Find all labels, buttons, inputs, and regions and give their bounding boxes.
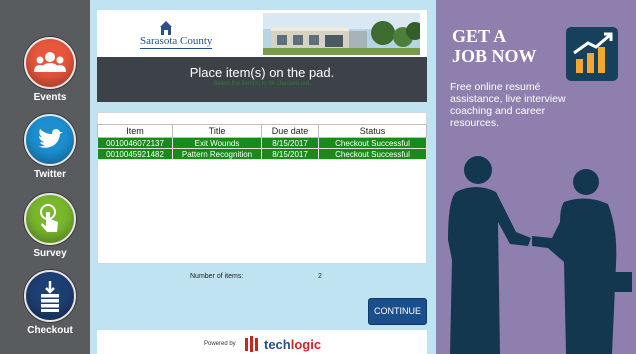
brand-logic: logic xyxy=(290,337,322,352)
cell-title: Exit Wounds xyxy=(172,137,262,149)
cell-due-date: 8/15/2017 xyxy=(261,148,319,160)
column-header-title: Title xyxy=(172,124,262,138)
techlogic-logo-icon xyxy=(245,336,258,352)
cell-status: Checkout Successful xyxy=(318,137,427,149)
ad-title-line1: GET A xyxy=(452,26,507,46)
sidebar-item-twitter[interactable]: Twitter xyxy=(0,114,100,180)
table-row[interactable]: 0010045921482 Pattern Recognition 8/15/2… xyxy=(97,148,427,160)
sidebar-item-label: Checkout xyxy=(27,325,73,336)
sidebar-item-survey[interactable]: Survey xyxy=(0,193,100,259)
book-stack-icon xyxy=(24,270,76,322)
sidebar-item-label: Survey xyxy=(33,248,67,259)
prompt-subtext: Select the item(s) to be checked out. xyxy=(213,81,311,87)
ad-body-text: Free online resumé assistance, live inte… xyxy=(450,81,566,129)
cell-status: Checkout Successful xyxy=(318,148,427,160)
county-name: Sarasota County xyxy=(140,35,213,49)
item-count-label: Number of items: xyxy=(190,273,244,280)
column-header-due-date: Due date xyxy=(261,124,319,138)
cell-item: 0010045921482 xyxy=(97,148,173,160)
county-seal-icon xyxy=(160,21,172,35)
chart-arrow-icon xyxy=(566,27,618,81)
column-header-item: Item xyxy=(97,124,173,138)
prompt-text: Place item(s) on the pad. xyxy=(189,65,335,80)
sidebar-item-checkout[interactable]: Checkout xyxy=(0,270,100,336)
cell-title: Pattern Recognition xyxy=(172,148,262,160)
ad-title-line2: JOB NOW xyxy=(452,46,537,66)
ad-title: GET A JOB NOW xyxy=(452,26,562,66)
sidebar-item-label: Events xyxy=(33,92,67,103)
continue-button[interactable]: CONTINUE xyxy=(368,298,427,325)
item-count-value: 2 xyxy=(318,273,322,280)
people-icon xyxy=(24,37,76,89)
sidebar-item-label: Twitter xyxy=(33,169,67,180)
cell-item: 0010046072137 xyxy=(97,137,173,149)
touch-hand-icon xyxy=(24,193,76,245)
brand-tech: tech xyxy=(264,337,291,352)
cell-due-date: 8/15/2017 xyxy=(261,137,319,149)
techlogic-brand: techlogic xyxy=(264,337,321,352)
table-row[interactable]: 0010046072137 Exit Wounds 8/15/2017 Chec… xyxy=(97,137,427,149)
sidebar-item-events[interactable]: Events xyxy=(0,37,100,103)
items-table: Item Title Due date Status 0010046072137… xyxy=(97,124,427,160)
library-building-image xyxy=(263,13,420,55)
column-header-status: Status xyxy=(318,124,427,138)
powered-by-label: Powered by xyxy=(204,341,236,347)
bird-icon xyxy=(24,114,76,166)
table-header-row: Item Title Due date Status xyxy=(97,124,427,138)
